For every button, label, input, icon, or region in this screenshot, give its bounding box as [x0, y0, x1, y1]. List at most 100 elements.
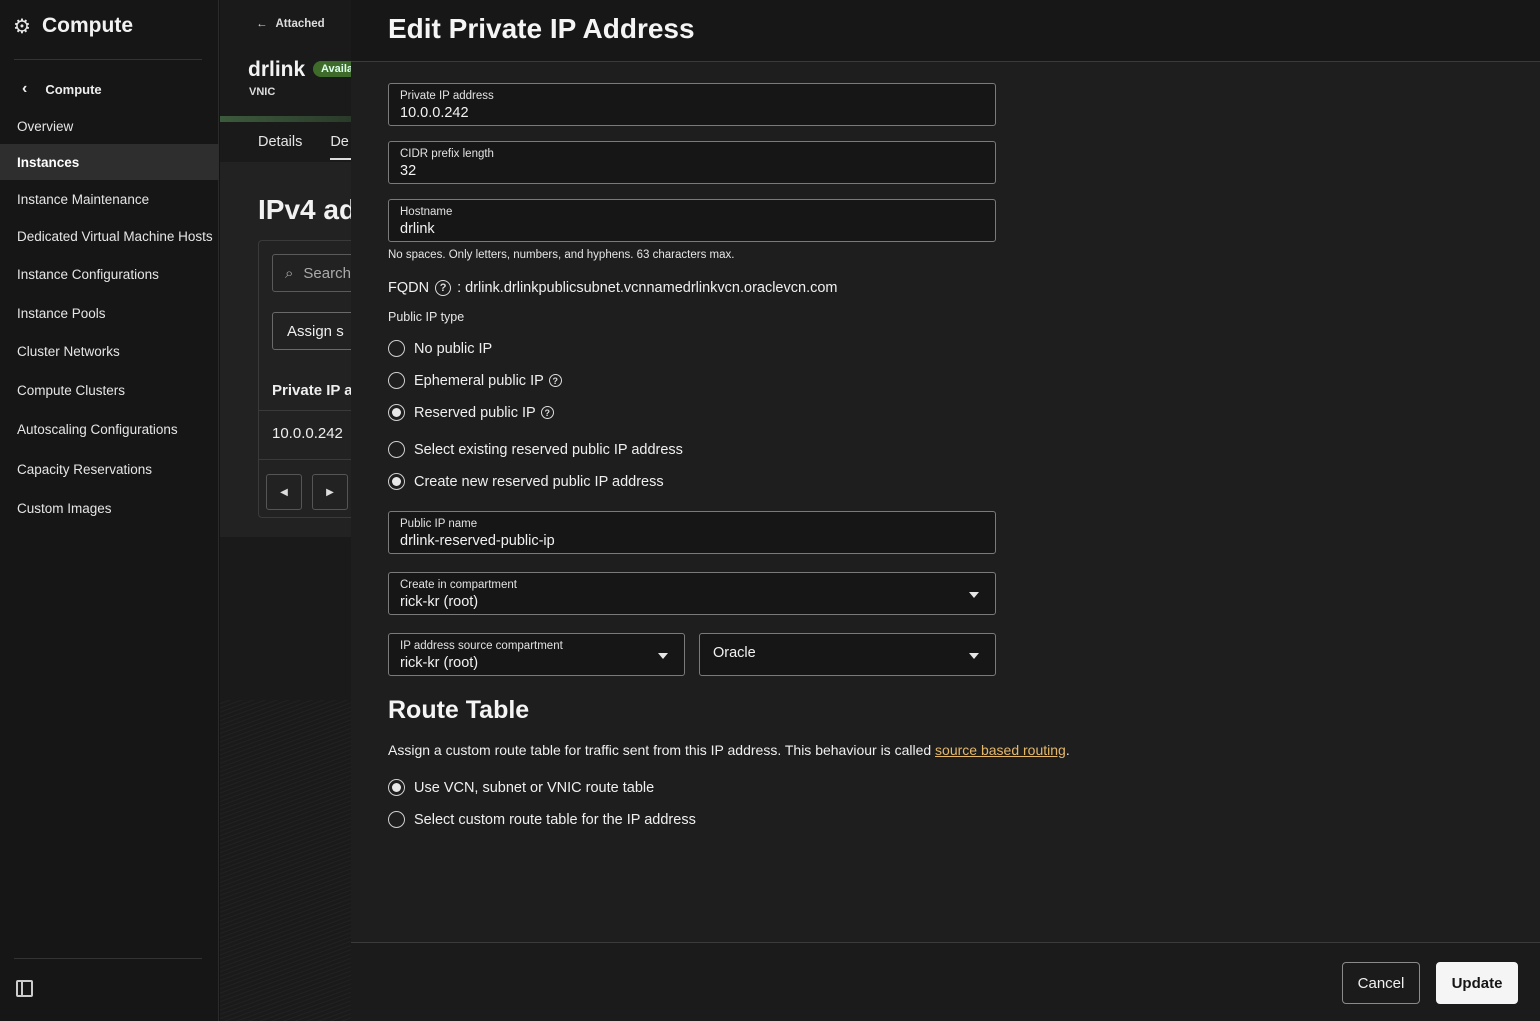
tab-details[interactable]: Details — [258, 134, 302, 150]
hostname-field[interactable]: Hostname drlink — [388, 199, 996, 242]
resource-name: drlink — [248, 58, 306, 81]
radio-no-public-ip[interactable]: No public IP — [388, 340, 492, 357]
sidebar-item-custom-images[interactable]: Custom Images — [0, 490, 219, 526]
radio-button[interactable] — [388, 441, 405, 458]
sidebar: ⚙ Compute ‹ Compute Overview Instances I… — [0, 0, 219, 1021]
radio-reserved-public-ip[interactable]: Reserved public IP ? — [388, 404, 554, 421]
divider — [14, 958, 202, 959]
field-label: Private IP address — [400, 90, 494, 102]
help-icon[interactable]: ? — [540, 406, 554, 419]
radio-button-selected[interactable] — [388, 473, 405, 490]
radio-label: Select existing reserved public IP addre… — [414, 441, 683, 458]
active-tab-indicator — [330, 158, 351, 160]
sidebar-item-instance-maintenance[interactable]: Instance Maintenance — [0, 181, 219, 217]
cidr-prefix-field[interactable]: CIDR prefix length 32 — [388, 141, 996, 184]
radio-custom-route-table[interactable]: Select custom route table for the IP add… — [388, 811, 696, 828]
help-icon[interactable]: ? — [548, 374, 562, 387]
fqdn-value: : drlink.drlinkpublicsubnet.vcnnamedrlin… — [457, 280, 838, 296]
search-icon: ⌕ — [285, 264, 294, 282]
search-placeholder: Search — [303, 264, 351, 282]
sidebar-item-instance-pools[interactable]: Instance Pools — [0, 295, 219, 331]
sidebar-item-instances[interactable]: Instances — [0, 144, 219, 180]
public-ip-name-field[interactable]: Public IP name drlink-reserved-public-ip — [388, 511, 996, 554]
edit-private-ip-drawer: Edit Private IP Address Private IP addre… — [351, 0, 1540, 1021]
fqdn-row: FQDN ? : drlink.drlinkpublicsubnet.vcnna… — [388, 280, 838, 296]
drawer-footer: Cancel Update — [351, 942, 1540, 1021]
radio-ephemeral-public-ip[interactable]: Ephemeral public IP ? — [388, 372, 562, 389]
background-page: ← Attached drlink Availa VNIC Details De… — [220, 0, 351, 1021]
tab-second[interactable]: De — [330, 134, 349, 150]
divider — [14, 59, 202, 60]
sidebar-item-compute-clusters[interactable]: Compute Clusters — [0, 372, 219, 408]
back-to-compute-link[interactable]: ‹ Compute — [22, 80, 102, 98]
drawer-title: Edit Private IP Address — [388, 13, 695, 44]
app-root: ⚙ Compute ‹ Compute Overview Instances I… — [0, 0, 1540, 1021]
chevron-down-icon — [969, 592, 979, 598]
divider — [258, 410, 351, 411]
radio-create-new-reserved[interactable]: Create new reserved public IP address — [388, 473, 664, 490]
radio-select-existing-reserved[interactable]: Select existing reserved public IP addre… — [388, 441, 683, 458]
next-page-button[interactable]: ▶ — [312, 474, 348, 510]
chevron-down-icon — [969, 653, 979, 659]
cancel-button[interactable]: Cancel — [1342, 962, 1420, 1004]
sidebar-header: ⚙ Compute — [12, 14, 133, 38]
collapse-sidebar-icon[interactable] — [16, 980, 33, 997]
radio-label: Create new reserved public IP address — [414, 473, 664, 490]
drawer-header: Edit Private IP Address — [351, 0, 1540, 62]
field-value: 10.0.0.242 — [400, 105, 469, 121]
field-value: 32 — [400, 163, 417, 179]
tabs: Details De — [258, 134, 349, 150]
sidebar-item-overview[interactable]: Overview — [0, 108, 219, 144]
public-ip-type-label: Public IP type — [388, 310, 465, 324]
radio-label: Select custom route table for the IP add… — [414, 811, 696, 828]
create-in-compartment-select[interactable]: Create in compartment rick-kr (root) — [388, 572, 996, 615]
chevron-down-icon — [658, 653, 668, 659]
section-title: IPv4 ad — [258, 194, 351, 225]
sidebar-item-capacity-reservations[interactable]: Capacity Reservations — [0, 451, 219, 487]
radio-button[interactable] — [388, 340, 405, 357]
table-cell: 10.0.0.242 — [272, 425, 343, 442]
header-band — [220, 116, 351, 122]
description-end: . — [1065, 742, 1070, 758]
field-label: Hostname — [400, 206, 453, 218]
source-based-routing-link[interactable]: source based routing — [935, 742, 1066, 758]
radio-button-selected[interactable] — [388, 404, 405, 421]
chevron-left-icon: ‹ — [22, 80, 28, 97]
route-table-description: Assign a custom route table for traffic … — [388, 742, 1070, 758]
description-text: Assign a custom route table for traffic … — [388, 742, 936, 758]
sidebar-item-dedicated-vm-hosts[interactable]: Dedicated Virtual Machine Hosts — [0, 218, 219, 254]
radio-button-selected[interactable] — [388, 779, 405, 796]
search-input[interactable]: ⌕ Search — [272, 254, 351, 292]
radio-label: Ephemeral public IP — [414, 372, 544, 389]
radio-button[interactable] — [388, 811, 405, 828]
sidebar-item-instance-configurations[interactable]: Instance Configurations — [0, 256, 219, 292]
breadcrumb-attached[interactable]: ← Attached — [256, 18, 325, 30]
field-value: rick-kr (root) — [400, 594, 479, 610]
radio-label: No public IP — [414, 340, 493, 357]
field-label: Create in compartment — [400, 579, 517, 591]
sidebar-item-cluster-networks[interactable]: Cluster Networks — [0, 333, 219, 369]
gear-icon: ⚙ — [13, 15, 31, 38]
private-ip-field[interactable]: Private IP address 10.0.0.242 — [388, 83, 996, 126]
drawer-body — [351, 62, 1540, 942]
field-label: CIDR prefix length — [400, 148, 494, 160]
prev-page-button[interactable]: ◀ — [266, 474, 302, 510]
sidebar-item-autoscaling-configurations[interactable]: Autoscaling Configurations — [0, 411, 219, 447]
field-value: drlink-reserved-public-ip — [400, 533, 555, 549]
route-table-heading: Route Table — [388, 696, 530, 724]
field-label: IP address source compartment — [400, 640, 563, 652]
sidebar-title: Compute — [42, 14, 133, 37]
radio-button[interactable] — [388, 372, 405, 389]
ip-pool-select[interactable]: Oracle — [699, 633, 996, 676]
assign-button[interactable]: Assign s — [272, 312, 351, 350]
background-pattern — [220, 700, 351, 1021]
update-button[interactable]: Update — [1436, 962, 1518, 1004]
arrow-left-icon: ← — [256, 18, 268, 30]
radio-use-vcn-route-table[interactable]: Use VCN, subnet or VNIC route table — [388, 779, 654, 796]
field-value: Oracle — [713, 645, 756, 661]
field-value: rick-kr (root) — [400, 655, 479, 671]
ip-source-compartment-select[interactable]: IP address source compartment rick-kr (r… — [388, 633, 685, 676]
help-icon[interactable]: ? — [435, 280, 452, 296]
back-label: Compute — [45, 81, 102, 97]
radio-label: Use VCN, subnet or VNIC route table — [414, 779, 655, 796]
